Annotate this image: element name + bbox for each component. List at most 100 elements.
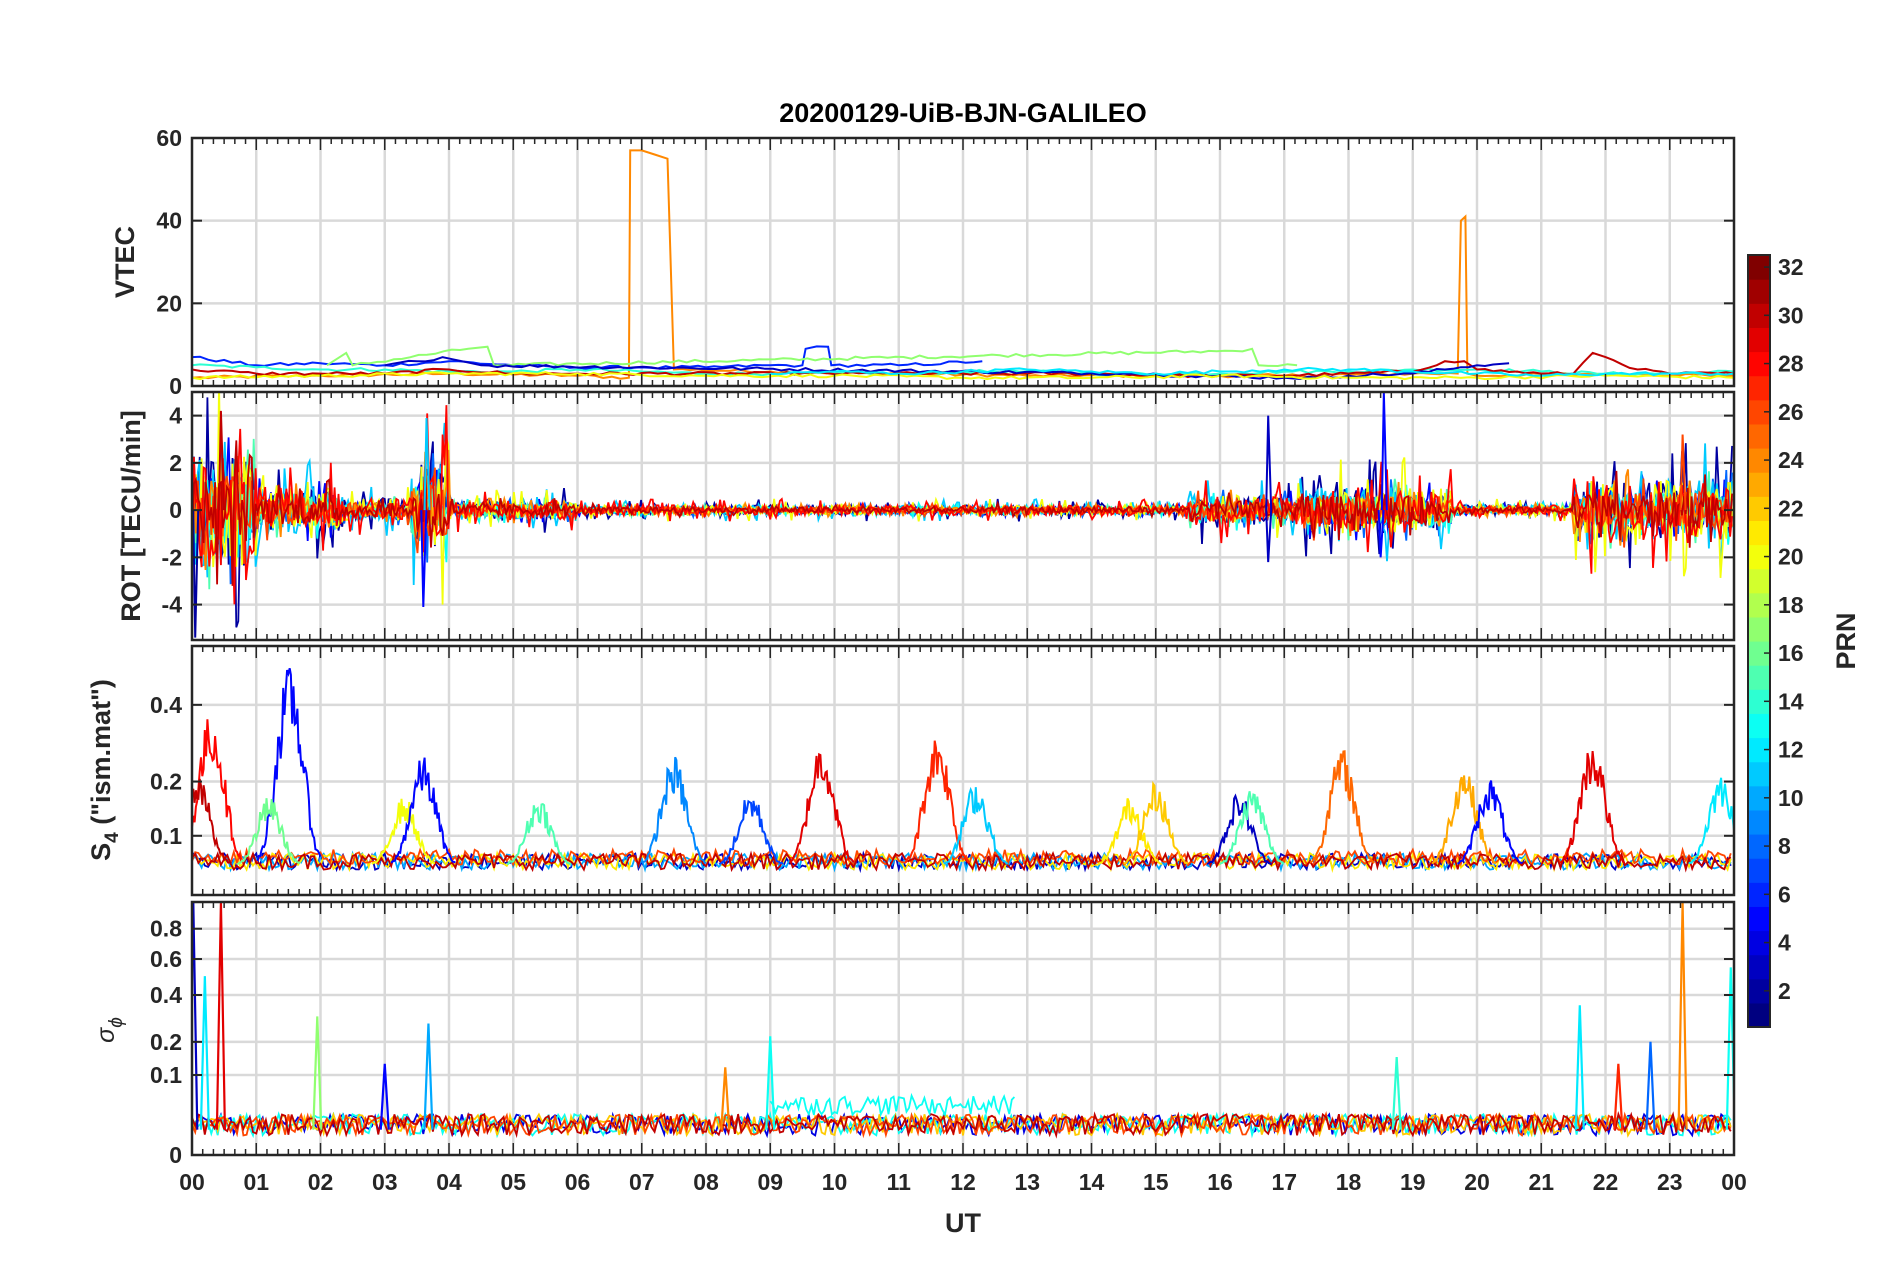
colorbar-cell bbox=[1748, 809, 1770, 835]
x-tick-label: 07 bbox=[629, 1169, 655, 1195]
y-tick-label: 20 bbox=[156, 290, 182, 316]
colorbar-tick-label: 12 bbox=[1778, 737, 1804, 763]
x-tick-label: 08 bbox=[693, 1169, 719, 1195]
s4-burst-prn-12 bbox=[1688, 777, 1734, 865]
sigma-phi-spike bbox=[1677, 902, 1688, 1130]
sigma-phi-ytick-labels: 0 0.1 0.2 0.4 0.6 0.8 bbox=[150, 916, 182, 1168]
colorbar-tick-label: 4 bbox=[1778, 930, 1791, 956]
x-tick-label: 02 bbox=[308, 1169, 334, 1195]
y-tick-label: 0.4 bbox=[150, 692, 182, 718]
colorbar-cell bbox=[1748, 713, 1770, 739]
y-tick-label: 60 bbox=[156, 125, 182, 151]
s4-burst-prn-25 bbox=[1309, 750, 1375, 864]
sigma-phi-spike bbox=[192, 902, 199, 1130]
colorbar-tick-label: 30 bbox=[1778, 302, 1804, 328]
x-tick-label: 14 bbox=[1079, 1169, 1105, 1195]
vtec-ylabel: VTEC bbox=[110, 226, 140, 298]
x-tick-label: 10 bbox=[822, 1169, 848, 1195]
x-tick-label: 09 bbox=[757, 1169, 783, 1195]
sigma-phi-ylabel-sub: ϕ bbox=[106, 1017, 127, 1028]
x-tick-label: 18 bbox=[1336, 1169, 1362, 1195]
x-tick-label: 05 bbox=[500, 1169, 526, 1195]
sigma-phi-spike bbox=[423, 1023, 434, 1130]
colorbar-tick-label: 20 bbox=[1778, 544, 1804, 570]
sigma-phi-ylabel-main: σ bbox=[92, 1027, 120, 1043]
colorbar-tick-label: 22 bbox=[1778, 495, 1804, 521]
y-tick-label: 0 bbox=[169, 1142, 182, 1168]
s4-burst-prn-27 bbox=[904, 740, 971, 864]
x-axis-label: UT bbox=[945, 1208, 981, 1238]
colorbar-label: PRN bbox=[1831, 612, 1861, 669]
y-tick-label: 4 bbox=[169, 403, 182, 429]
colorbar-cell bbox=[1748, 423, 1770, 449]
rot-ytick-labels: -4 -2 0 2 4 bbox=[162, 403, 183, 618]
panel-sigma-phi: 0 0.1 0.2 0.4 0.6 0.8 σϕ bbox=[92, 900, 1736, 1168]
colorbar-cell bbox=[1748, 906, 1770, 932]
colorbar-tick-label: 2 bbox=[1778, 978, 1791, 1004]
rot-spike bbox=[1265, 415, 1273, 511]
sigma-phi-spike bbox=[720, 1067, 731, 1130]
y-tick-label: 0.2 bbox=[150, 769, 182, 795]
s4-burst-prn-5 bbox=[256, 668, 322, 862]
x-tick-label: 15 bbox=[1143, 1169, 1169, 1195]
s4-ytick-labels: 0.1 0.2 0.4 bbox=[150, 692, 182, 849]
s4-burst-prn-23 bbox=[1431, 775, 1497, 865]
x-tick-label: 13 bbox=[1014, 1169, 1040, 1195]
y-tick-label: 0.8 bbox=[150, 916, 182, 942]
s4-ylabel-sub: 4 bbox=[102, 832, 123, 843]
y-tick-label: 0.6 bbox=[150, 946, 182, 972]
colorbar-cell bbox=[1748, 472, 1770, 497]
panel-s4: 0.1 0.2 0.4 S4 ("ism.mat") bbox=[86, 644, 1736, 897]
x-tick-label: 16 bbox=[1207, 1169, 1233, 1195]
s4-ylabel: S4 ("ism.mat") bbox=[86, 679, 123, 861]
x-tick-label: 11 bbox=[887, 1169, 912, 1195]
s4-burst-prn-15 bbox=[506, 802, 572, 865]
colorbar-cell bbox=[1748, 1002, 1770, 1028]
x-tick-label: 21 bbox=[1528, 1169, 1554, 1195]
colorbar-cell bbox=[1748, 279, 1770, 304]
x-tick-label: 01 bbox=[243, 1169, 269, 1195]
y-tick-label: 0.2 bbox=[150, 1029, 182, 1055]
s4-burst-prn-20 bbox=[371, 798, 436, 865]
colorbar-gradient bbox=[1748, 255, 1770, 1028]
colorbar-tick-label: 24 bbox=[1778, 447, 1804, 473]
colorbar-cell bbox=[1748, 761, 1770, 787]
y-tick-label: 0.1 bbox=[150, 1062, 182, 1088]
y-tick-label: -2 bbox=[162, 544, 182, 570]
colorbar-tick-label: 18 bbox=[1778, 592, 1804, 618]
sigma-phi-spike bbox=[215, 902, 227, 1130]
colorbar-tick-label: 26 bbox=[1778, 399, 1804, 425]
sigma-phi-spike bbox=[1574, 1005, 1585, 1130]
sigma-phi-ylabel: σϕ bbox=[92, 1017, 127, 1043]
colorbar-tick-label: 6 bbox=[1778, 881, 1791, 907]
x-tick-label: 00 bbox=[1721, 1169, 1747, 1195]
panel-vtec: 0 20 40 60 VTEC bbox=[110, 125, 1736, 399]
vtec-grid bbox=[192, 138, 1734, 386]
colorbar-tick-label: 28 bbox=[1778, 351, 1804, 377]
colorbar: 2468101214161820222426283032 PRN bbox=[1747, 254, 1861, 1028]
s4-burst-prn-28 bbox=[192, 719, 243, 862]
x-tick-label: 22 bbox=[1593, 1169, 1619, 1195]
colorbar-tick-label: 10 bbox=[1778, 785, 1804, 811]
s4-burst-prn-29 bbox=[1559, 750, 1626, 864]
sigma-phi-plateau bbox=[769, 1092, 1016, 1118]
colorbar-tick-label: 16 bbox=[1778, 640, 1804, 666]
x-tick-label: 23 bbox=[1657, 1169, 1683, 1195]
s4-plot-area bbox=[192, 668, 1734, 874]
panel-rot: -4 -2 0 2 4 ROT [TECU/min] bbox=[116, 390, 1736, 642]
x-tick-label: 17 bbox=[1271, 1169, 1297, 1195]
colorbar-cell bbox=[1748, 327, 1770, 353]
sigma-phi-spike bbox=[1645, 1041, 1656, 1130]
y-tick-label: 0 bbox=[169, 373, 182, 399]
colorbar-cell bbox=[1748, 858, 1770, 883]
y-tick-label: 0 bbox=[169, 497, 182, 523]
colorbar-tick-label: 14 bbox=[1778, 688, 1804, 714]
x-tick-label: 06 bbox=[565, 1169, 591, 1195]
s4-burst-prn-29 bbox=[788, 752, 855, 864]
x-tick-label: 20 bbox=[1464, 1169, 1490, 1195]
s4-ylabel-rest: ("ism.mat") bbox=[86, 679, 116, 832]
rot-ylabel: ROT [TECU/min] bbox=[116, 410, 146, 621]
s4-ylabel-main: S bbox=[86, 843, 116, 861]
y-tick-label: 0.1 bbox=[150, 823, 182, 849]
colorbar-cell bbox=[1748, 568, 1770, 594]
